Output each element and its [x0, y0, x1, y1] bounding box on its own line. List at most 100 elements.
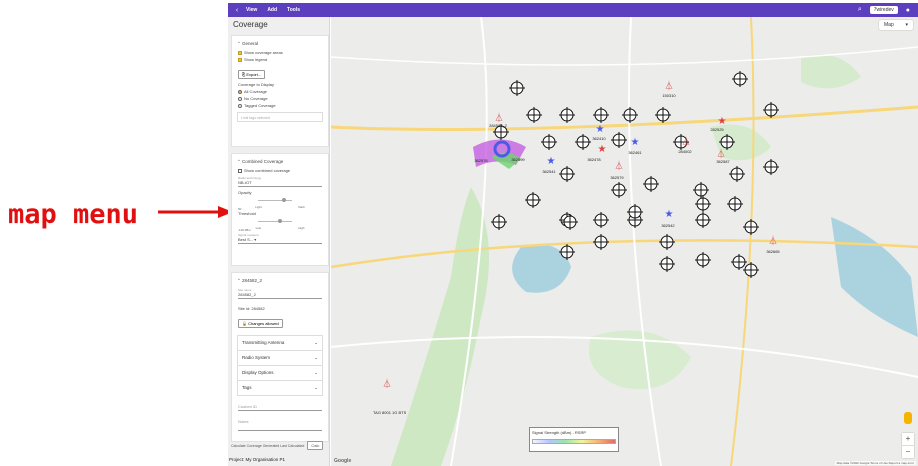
- bottom-site-label: TAG 8001 1G BTS: [373, 410, 407, 415]
- map-attribution[interactable]: Map data ©2022 Google Terms of Use Repor…: [834, 461, 916, 465]
- site-crosshair-icon[interactable]: [693, 182, 709, 198]
- site-star-icon[interactable]: ★: [718, 116, 727, 127]
- tags-filter-input[interactable]: Limit tags selected: [237, 112, 323, 122]
- site-star-icon[interactable]: ★: [665, 209, 674, 220]
- site-crosshair-icon[interactable]: [541, 134, 557, 150]
- site-crosshair-icon[interactable]: [643, 176, 659, 192]
- pegman-icon[interactable]: [904, 412, 912, 424]
- back-arrow-icon[interactable]: ‹: [228, 7, 246, 14]
- site-crosshair-icon[interactable]: [732, 71, 748, 87]
- show-coverage-row[interactable]: Show coverage areas: [232, 49, 328, 56]
- antenna-tower-icon[interactable]: ⏃: [494, 112, 503, 123]
- site-crosshair-icon[interactable]: [695, 212, 711, 228]
- site-crosshair-icon[interactable]: [559, 244, 575, 260]
- section-transmitting-antenna[interactable]: Transmitting Antenna ⌄: [237, 335, 323, 351]
- site-label: 150310: [662, 93, 676, 98]
- site-crosshair-icon[interactable]: [659, 234, 675, 250]
- threshold-slider[interactable]: -116 dBm: [238, 218, 322, 232]
- site-name-field[interactable]: Site name 284582_2: [238, 288, 322, 299]
- site-crosshair-icon[interactable]: [593, 107, 609, 123]
- general-heading[interactable]: ⌃ General: [232, 36, 328, 49]
- section-radio-system[interactable]: Radio System ⌄: [237, 351, 323, 366]
- site-crosshair-icon[interactable]: [743, 219, 759, 235]
- site-crosshair-icon[interactable]: [509, 80, 525, 96]
- site-crosshair-icon[interactable]: [695, 196, 711, 212]
- combined-heading[interactable]: ⌃ Combined Coverage: [232, 154, 328, 167]
- site-crosshair-icon[interactable]: [593, 212, 609, 228]
- opacity-slider[interactable]: 50: [238, 197, 322, 211]
- option-tagged[interactable]: Tagged Coverage: [232, 102, 328, 109]
- coverage-panel: Coverage ⌃ General Show coverage areas S…: [228, 17, 330, 466]
- site-crosshair-icon[interactable]: [655, 107, 671, 123]
- section-display-options[interactable]: Display Options ⌄: [237, 366, 323, 381]
- antenna-tower-icon[interactable]: ⏃: [664, 80, 673, 91]
- antenna-tower-icon[interactable]: ⏃: [614, 160, 623, 171]
- site-crosshair-icon[interactable]: [731, 254, 747, 270]
- site-label: 284002: [678, 149, 692, 154]
- menu-view[interactable]: View: [246, 7, 257, 13]
- option-all[interactable]: All Coverage: [232, 88, 328, 95]
- antenna-tower-icon[interactable]: ⏃: [716, 148, 725, 159]
- site-crosshair-icon[interactable]: [719, 134, 735, 150]
- section-tags[interactable]: Tags ⌄: [237, 381, 323, 396]
- antenna-tower-icon[interactable]: ⏃: [768, 235, 777, 246]
- site-star-icon[interactable]: ★: [631, 137, 640, 148]
- opacity-knob[interactable]: [282, 198, 286, 202]
- site-heading[interactable]: ⌃ 284582_2: [232, 273, 328, 286]
- threshold-label: Threshold: [238, 211, 256, 216]
- show-legend-checkbox[interactable]: [238, 57, 242, 62]
- technology-select[interactable]: Radio technology NB-IOT: [238, 176, 322, 187]
- google-logo: Google: [334, 458, 352, 464]
- site-crosshair-icon[interactable]: [727, 196, 743, 212]
- changes-allowed-button[interactable]: 🔓 Changes allowed: [238, 319, 283, 328]
- custom-id-field[interactable]: Custom ID: [238, 404, 322, 411]
- site-crosshair-icon[interactable]: [559, 107, 575, 123]
- antenna-tower-icon[interactable]: ⏃: [382, 378, 391, 389]
- site-crosshair-icon[interactable]: [695, 252, 711, 268]
- export-button[interactable]: ⎘ Export...: [238, 70, 266, 79]
- menu-add[interactable]: Add: [267, 7, 277, 13]
- site-star-icon[interactable]: ★: [547, 156, 556, 167]
- site-crosshair-icon[interactable]: [743, 262, 759, 278]
- menu-tools[interactable]: Tools: [287, 7, 300, 13]
- zoom-out-button[interactable]: −: [902, 445, 914, 458]
- site-crosshair-icon[interactable]: [763, 159, 779, 175]
- show-legend-row[interactable]: Show legend: [232, 56, 328, 63]
- site-crosshair-icon[interactable]: [491, 214, 507, 230]
- legend-title: Signal Strength (dBm) - RSRP: [532, 430, 587, 435]
- threshold-knob[interactable]: [278, 219, 282, 223]
- zoom-in-button[interactable]: +: [902, 433, 914, 445]
- calc-button[interactable]: Calc: [307, 441, 324, 450]
- antenna-tower-icon[interactable]: ⏃: [681, 136, 690, 147]
- opacity-label: Opacity: [238, 190, 252, 195]
- site-crosshair-icon[interactable]: [622, 107, 638, 123]
- display-label: Coverage to Display: [238, 82, 275, 87]
- radio-tagged[interactable]: [238, 103, 242, 108]
- site-crosshair-icon[interactable]: [593, 234, 609, 250]
- map-canvas[interactable]: ★ ★ ★ ★ ★ ★ ⏃ ⏃ ⏃ ⏃ ⏃ ⏃ ⏃ 150310 282525 284002 284582_2 3…: [331, 17, 918, 466]
- search-icon[interactable]: ⌕: [858, 6, 862, 14]
- selected-site-icon[interactable]: [493, 140, 511, 158]
- site-crosshair-icon[interactable]: [729, 166, 745, 182]
- show-combined-row[interactable]: Show combined coverage: [232, 167, 328, 174]
- show-combined-checkbox[interactable]: [238, 168, 242, 173]
- site-crosshair-icon[interactable]: [659, 256, 675, 272]
- site-card: ⌃ 284582_2 Site name 284582_2 Site id: 28…: [231, 272, 329, 442]
- site-crosshair-icon[interactable]: [611, 182, 627, 198]
- site-crosshair-icon[interactable]: [611, 132, 627, 148]
- radio-none[interactable]: [238, 96, 242, 101]
- site-star-icon[interactable]: ★: [598, 144, 607, 155]
- radio-all[interactable]: [238, 89, 242, 94]
- site-crosshair-icon[interactable]: [526, 107, 542, 123]
- notes-field[interactable]: Notes: [238, 419, 322, 431]
- option-none[interactable]: No Coverage: [232, 95, 328, 102]
- site-crosshair-icon[interactable]: [575, 134, 591, 150]
- site-crosshair-icon[interactable]: [763, 102, 779, 118]
- map-type-select[interactable]: Map ▾: [879, 20, 913, 30]
- signal-measure-select[interactable]: Signal measure Best S... ▾: [238, 233, 322, 244]
- show-coverage-checkbox[interactable]: [238, 50, 242, 55]
- user-icon[interactable]: ●: [906, 7, 910, 14]
- site-star-icon[interactable]: ★: [596, 124, 605, 135]
- site-crosshair-icon[interactable]: [525, 192, 541, 208]
- site-crosshair-icon[interactable]: [559, 166, 575, 182]
